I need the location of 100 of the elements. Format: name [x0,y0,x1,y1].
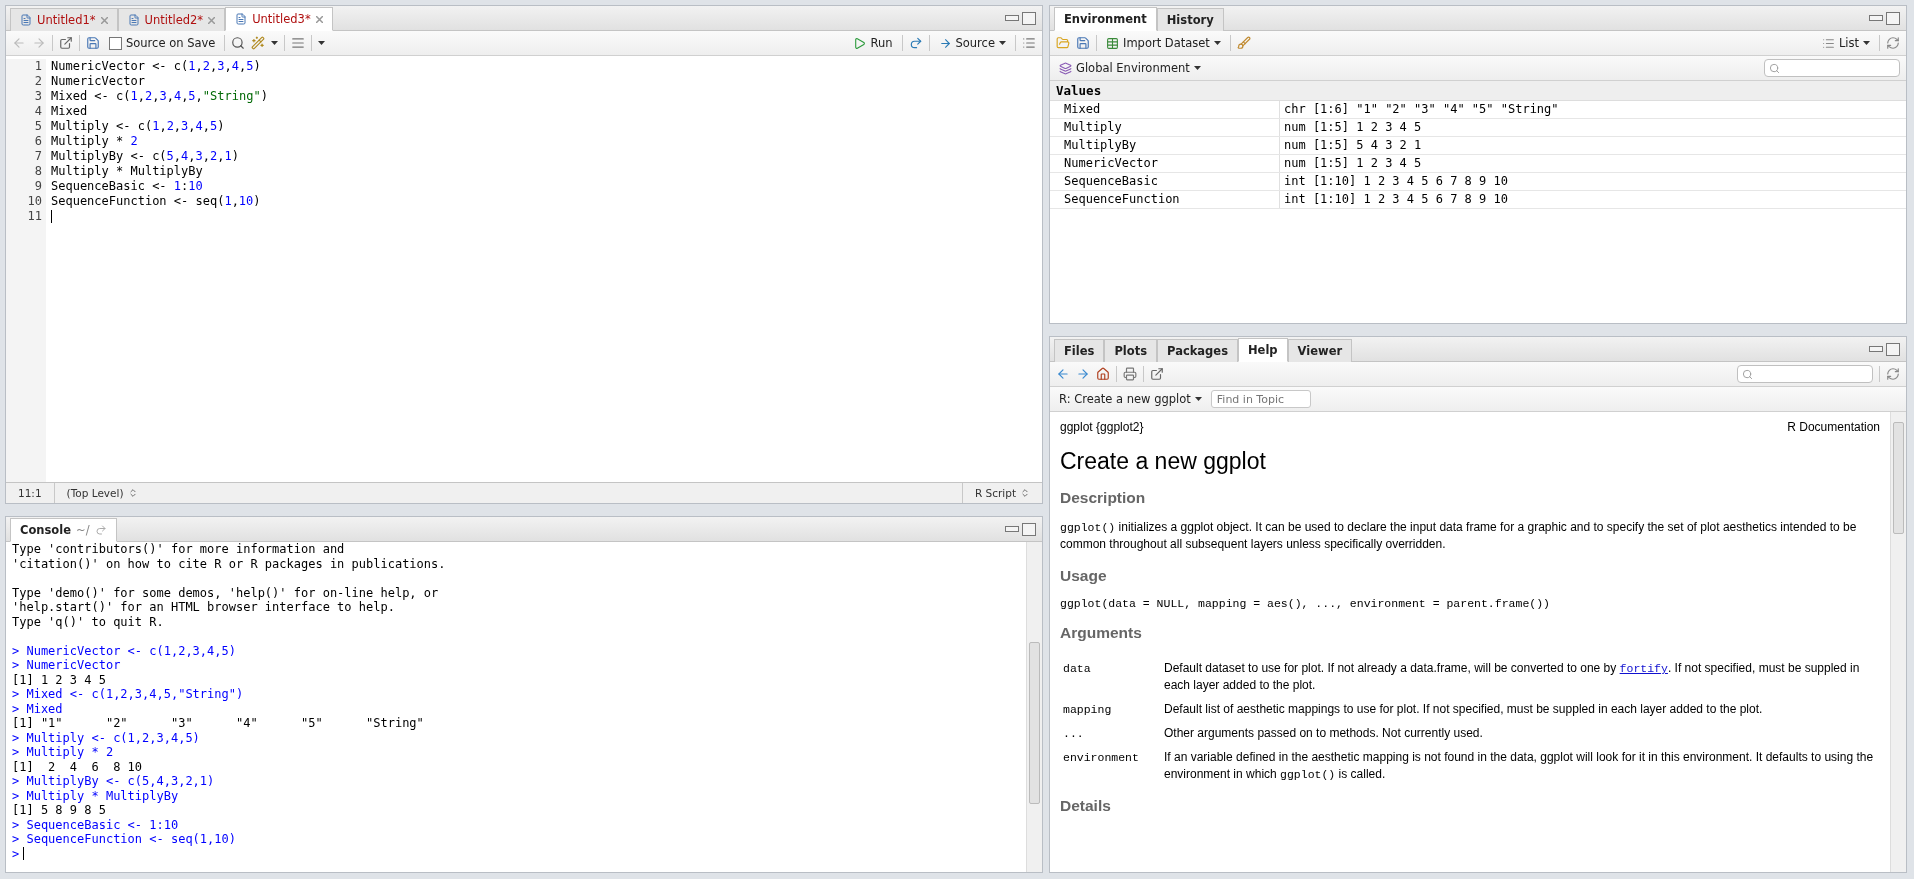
close-icon[interactable] [100,16,108,24]
broom-icon[interactable] [1236,36,1251,50]
file-icon [127,14,140,26]
variable-name: Mixed [1050,101,1280,118]
scrollbar[interactable] [1026,542,1042,872]
output-text: Type 'contributors()' for more information and [12,542,345,557]
updown-icon[interactable] [1020,488,1030,498]
text-cursor [23,847,25,861]
wand-icon[interactable] [251,36,266,50]
home-icon[interactable] [1096,367,1110,381]
maximize-icon[interactable] [1886,342,1900,356]
show-in-window-icon[interactable] [1150,367,1164,381]
scope-selector[interactable]: (Top Level) [66,487,124,499]
file-icon [235,13,248,25]
tab[interactable]: Untitled2* [117,8,226,31]
topic-selector[interactable]: R: Create a new ggplot [1056,391,1205,407]
output-text: [1] "1" "2" "3" "4" "5" "String" [12,716,424,731]
minimize-icon[interactable] [1869,15,1883,21]
line-number: 4 [33,104,42,119]
close-icon[interactable] [315,15,323,23]
refresh-icon[interactable] [1886,367,1900,381]
help-title: Create a new ggplot [1060,448,1267,475]
tab[interactable]: Environment [1054,7,1157,31]
minimize-icon[interactable] [1869,346,1883,352]
print-icon[interactable] [1123,367,1137,381]
prompt-text: > [12,846,20,861]
argument-name: mapping [1062,702,1113,718]
list-icon [1821,36,1835,50]
forward-icon[interactable] [1076,367,1090,381]
arrow-icon[interactable] [94,524,107,536]
command-text: > SequenceBasic <- 1:10 [12,817,179,832]
doc-label: R Documentation [1787,420,1880,434]
source-button[interactable]: Source [935,35,1009,51]
tab[interactable]: Viewer [1287,339,1353,362]
rerun-icon[interactable] [908,36,923,50]
tab[interactable]: Files [1054,339,1105,362]
search-field[interactable] [1764,59,1900,77]
variable-value: int [1:10] 1 2 3 4 5 6 7 8 9 10 [1283,191,1509,208]
argument-name: ... [1062,726,1085,742]
file-icon [20,14,32,26]
console-title: Console [20,523,71,537]
environment-selector[interactable]: Global Environment [1056,60,1204,76]
find-in-topic-field[interactable]: Find in Topic [1210,390,1311,408]
command-text: > MultiplyBy <- c(5,4,3,2,1) [12,774,215,789]
command-text: > Mixed <- c(1,2,3,4,5,"String") [12,687,244,702]
output-text: [1] 1 2 3 4 5 [12,672,106,687]
output-text: [1] 2 4 6 8 10 [12,759,143,774]
back-icon[interactable] [12,36,26,50]
file-type-selector[interactable]: R Script [974,487,1016,499]
line-number: 6 [33,134,42,149]
search-icon[interactable] [231,36,246,50]
show-in-window-icon[interactable] [59,36,73,50]
maximize-icon[interactable] [1886,11,1900,25]
import-dataset-button[interactable]: Import Dataset [1103,35,1224,51]
refresh-icon[interactable] [1886,36,1900,50]
command-text: > NumericVector [12,658,121,673]
close-icon[interactable] [208,16,216,24]
section-heading: Details [1060,797,1112,815]
notebook-icon[interactable] [291,36,306,50]
output-text: Type 'q()' to quit R. [12,614,164,629]
code-line: SequenceBasic <- 1:10 [51,179,203,194]
search-field[interactable] [1737,365,1873,383]
tab[interactable]: History [1156,8,1224,31]
table-icon [1106,36,1119,50]
section-heading: Values [1050,81,1906,101]
code-line: SequenceFunction <- seq(1,10) [51,194,261,209]
tab[interactable]: Plots [1104,339,1157,362]
code-line: Mixed <- c(1,2,3,4,5,"String") [51,89,268,104]
code-line: Multiply <- c(1,2,3,4,5) [51,119,225,134]
save-icon[interactable] [86,36,100,50]
description-text: ggplot() initializes a ggplot object. It can be used to declare the input data frame for a graphic and to specify the set of plot aesthetics intended to be common throughout all subsequent layers unless specifically overridden. [1060,519,1858,553]
caret-icon [271,41,279,45]
updown-icon[interactable] [127,488,138,498]
variable-name: MultiplyBy [1050,137,1280,154]
variable-name: SequenceFunction [1050,191,1280,208]
tab[interactable]: Untitled3* [225,7,333,31]
line-number: 3 [33,89,42,104]
fortify-link[interactable]: fortify [1619,662,1668,675]
folder-icon[interactable] [1056,36,1070,50]
command-text: > SequenceFunction <- seq(1,10) [12,832,236,847]
source-on-save-checkbox[interactable]: Source on Save [106,35,219,51]
tab[interactable]: Packages [1157,339,1238,362]
code-line: Multiply * 2 [51,134,138,149]
view-mode-button[interactable]: List [1818,35,1873,51]
outline-icon[interactable] [1022,36,1036,50]
caret-icon [1194,397,1202,401]
save-icon[interactable] [1076,36,1090,50]
minimize-icon[interactable] [1005,15,1019,21]
line-number: 5 [33,119,42,134]
maximize-icon[interactable] [1022,522,1036,536]
code-line: MultiplyBy <- c(5,4,3,2,1) [51,149,239,164]
forward-icon[interactable] [32,36,46,50]
tab[interactable]: Help [1238,338,1288,362]
maximize-icon[interactable] [1022,11,1036,25]
run-button[interactable]: Run [850,35,896,51]
scrollbar[interactable] [1890,412,1906,872]
back-icon[interactable] [1056,367,1070,381]
minimize-icon[interactable] [1005,526,1019,532]
output-text: Type 'demo()' for some demos, 'help()' for on-line help, or [12,585,439,600]
tab[interactable]: Untitled1* [10,8,118,31]
